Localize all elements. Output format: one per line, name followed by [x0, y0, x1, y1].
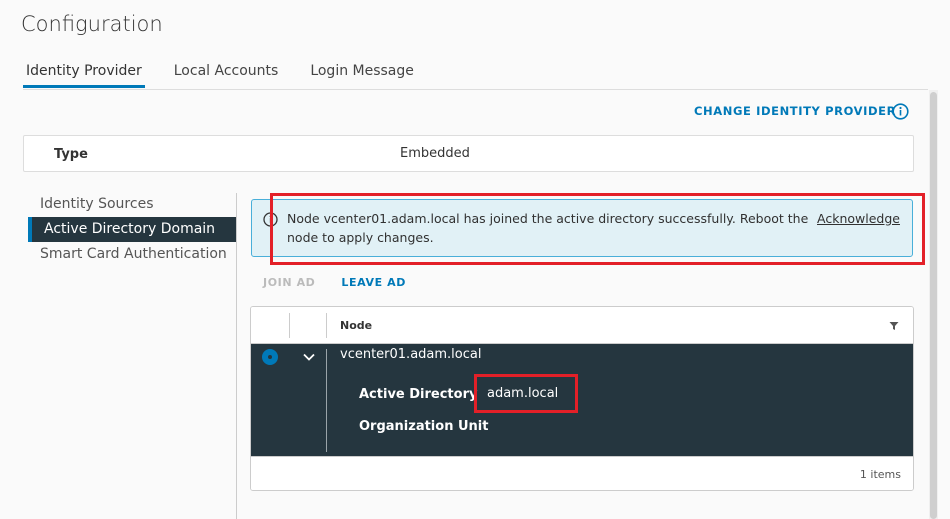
type-value: Embedded: [400, 146, 470, 161]
tabs-divider: [23, 89, 928, 90]
filter-icon[interactable]: [889, 321, 899, 331]
row-select-radio[interactable]: [262, 349, 278, 365]
column-header-node[interactable]: Node: [340, 319, 372, 332]
alert-message: Node vcenter01.adam.local has joined the…: [287, 211, 809, 245]
ad-action-bar: JOIN AD LEAVE AD: [263, 276, 432, 289]
nav-item-identity-sources[interactable]: Identity Sources: [28, 192, 237, 217]
tab-login-message[interactable]: Login Message: [307, 60, 417, 88]
row-node-name: vcenter01.adam.local: [340, 347, 482, 362]
grid-header: Node: [251, 307, 913, 344]
tab-bar: Identity Provider Local Accounts Login M…: [23, 60, 443, 90]
column-separator: [326, 313, 327, 338]
grid-footer: 1 items: [251, 456, 913, 490]
type-label: Type: [54, 147, 88, 162]
chevron-down-icon[interactable]: [303, 353, 315, 361]
tab-identity-provider[interactable]: Identity Provider: [23, 60, 145, 88]
page-title: Configuration: [21, 12, 163, 36]
info-circle-icon[interactable]: [892, 103, 909, 120]
detail-label-active-directory: Active Directory: [359, 387, 478, 402]
identity-type-card: Type Embedded: [23, 135, 914, 172]
item-count: 1 items: [859, 468, 901, 481]
info-circle-icon: [263, 212, 278, 227]
node-datagrid: Node vcenter01.adam.local Active Directo…: [250, 306, 914, 491]
join-ad-button[interactable]: JOIN AD: [263, 276, 315, 289]
scrollbar-thumb[interactable]: [930, 92, 937, 519]
detail-value-active-directory: adam.local: [487, 386, 559, 401]
table-row[interactable]: vcenter01.adam.local Active Directory ad…: [251, 344, 913, 456]
page-scrollbar[interactable]: [929, 90, 938, 519]
column-separator: [289, 313, 290, 338]
acknowledge-link[interactable]: Acknowledge: [817, 209, 900, 228]
info-alert: Node vcenter01.adam.local has joined the…: [251, 199, 913, 257]
detail-label-organization-unit: Organization Unit: [359, 419, 489, 434]
left-nav: Identity Sources Active Directory Domain…: [28, 192, 237, 267]
nav-item-smart-card-authentication[interactable]: Smart Card Authentication: [28, 242, 237, 267]
change-identity-provider-button[interactable]: CHANGE IDENTITY PROVIDER: [694, 104, 896, 118]
nav-divider: [236, 193, 237, 519]
nav-item-active-directory-domain[interactable]: Active Directory Domain: [28, 217, 237, 242]
row-detail-divider: [326, 349, 327, 452]
leave-ad-button[interactable]: LEAVE AD: [341, 276, 406, 289]
tab-local-accounts[interactable]: Local Accounts: [171, 60, 282, 88]
